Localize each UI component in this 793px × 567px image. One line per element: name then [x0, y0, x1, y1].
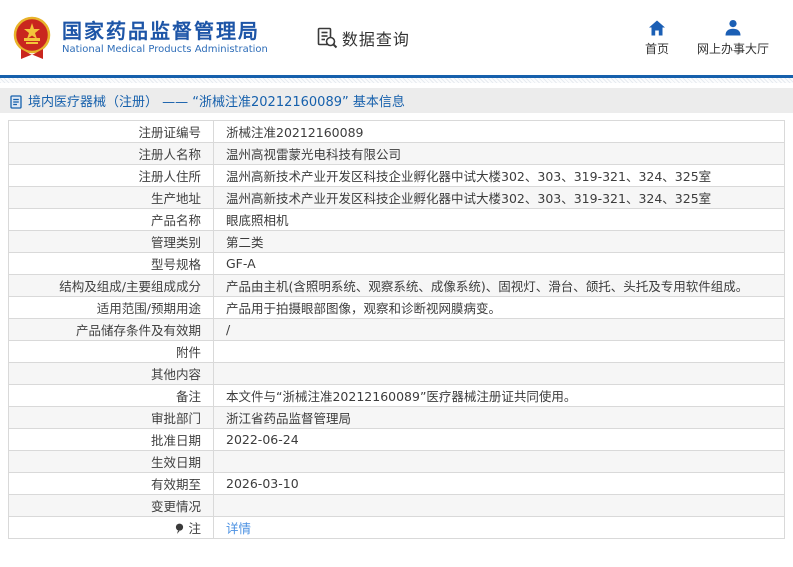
data-query-label: 数据查询: [342, 26, 410, 50]
row-label: 其他内容: [9, 363, 214, 385]
row-label: 附件: [9, 341, 214, 363]
row-label: 注册人名称: [9, 143, 214, 165]
row-label: 变更情况: [9, 495, 214, 517]
row-label: 注: [9, 517, 214, 539]
table-row: 注册证编号浙械注准20212160089: [9, 121, 785, 143]
home-icon: [648, 19, 666, 37]
row-label: 管理类别: [9, 231, 214, 253]
row-label: 型号规格: [9, 253, 214, 275]
table-row: 注册人名称温州高视雷蒙光电科技有限公司: [9, 143, 785, 165]
org-name-en: National Medical Products Administration: [62, 43, 268, 56]
table-row: 注详情: [9, 517, 785, 539]
row-value: 浙江省药品监督管理局: [214, 407, 785, 429]
table-row: 有效期至2026-03-10: [9, 473, 785, 495]
top-nav: 首页 网上办事大厅: [645, 19, 769, 57]
row-value: 本文件与“浙械注准20212160089”医疗器械注册证共同使用。: [214, 385, 785, 407]
row-value: 2022-06-24: [214, 429, 785, 451]
row-value: 温州高新技术产业开发区科技企业孵化器中试大楼302、303、319-321、32…: [214, 187, 785, 209]
row-label: 批准日期: [9, 429, 214, 451]
row-value: 温州高视雷蒙光电科技有限公司: [214, 143, 785, 165]
info-table: 注册证编号浙械注准20212160089注册人名称温州高视雷蒙光电科技有限公司注…: [8, 120, 785, 539]
table-row: 注册人住所温州高新技术产业开发区科技企业孵化器中试大楼302、303、319-3…: [9, 165, 785, 187]
table-row: 审批部门浙江省药品监督管理局: [9, 407, 785, 429]
document-icon: [10, 94, 22, 108]
table-row: 结构及组成/主要组成成分产品由主机(含照明系统、观察系统、成像系统)、固视灯、滑…: [9, 275, 785, 297]
table-row: 备注本文件与“浙械注准20212160089”医疗器械注册证共同使用。: [9, 385, 785, 407]
national-emblem-icon: [12, 16, 52, 60]
page: 国家药品监督管理局 National Medical Products Admi…: [0, 0, 793, 567]
row-value: /: [214, 319, 785, 341]
row-label: 有效期至: [9, 473, 214, 495]
table-row: 生产地址温州高新技术产业开发区科技企业孵化器中试大楼302、303、319-32…: [9, 187, 785, 209]
row-value: [214, 341, 785, 363]
row-label: 结构及组成/主要组成成分: [9, 275, 214, 297]
table-row: 适用范围/预期用途产品用于拍摄眼部图像，观察和诊断视网膜病变。: [9, 297, 785, 319]
row-value: [214, 451, 785, 473]
row-label: 注册人住所: [9, 165, 214, 187]
table-row: 产品储存条件及有效期/: [9, 319, 785, 341]
row-value: [214, 495, 785, 517]
info-table-body: 注册证编号浙械注准20212160089注册人名称温州高视雷蒙光电科技有限公司注…: [9, 121, 785, 539]
table-row: 型号规格GF-A: [9, 253, 785, 275]
row-label: 注册证编号: [9, 121, 214, 143]
nav-home-label: 首页: [645, 40, 669, 57]
row-value: 温州高新技术产业开发区科技企业孵化器中试大楼302、303、319-321、32…: [214, 165, 785, 187]
row-label: 适用范围/预期用途: [9, 297, 214, 319]
brand-text: 国家药品监督管理局 National Medical Products Admi…: [62, 19, 268, 56]
table-row: 批准日期2022-06-24: [9, 429, 785, 451]
row-value: 眼底照相机: [214, 209, 785, 231]
row-label: 审批部门: [9, 407, 214, 429]
table-row: 产品名称眼底照相机: [9, 209, 785, 231]
table-row: 其他内容: [9, 363, 785, 385]
org-name-cn: 国家药品监督管理局: [62, 19, 268, 43]
nav-service-hall[interactable]: 网上办事大厅: [697, 19, 769, 57]
table-row: 管理类别第二类: [9, 231, 785, 253]
table-row: 附件: [9, 341, 785, 363]
brand-logo[interactable]: 国家药品监督管理局 National Medical Products Admi…: [12, 16, 268, 60]
breadcrumb-bar: 境内医疗器械（注册） —— “浙械注准20212160089” 基本信息: [0, 88, 793, 113]
row-value: 产品由主机(含照明系统、观察系统、成像系统)、固视灯、滑台、颌托、头托及专用软件…: [214, 275, 785, 297]
page-title: 境内医疗器械（注册） —— “浙械注准20212160089” 基本信息: [28, 91, 405, 110]
row-value: 第二类: [214, 231, 785, 253]
row-value: 产品用于拍摄眼部图像，观察和诊断视网膜病变。: [214, 297, 785, 319]
details-link[interactable]: 详情: [226, 521, 251, 536]
data-query-section[interactable]: 数据查询: [316, 26, 410, 50]
row-label: 生产地址: [9, 187, 214, 209]
row-value: 浙械注准20212160089: [214, 121, 785, 143]
row-label: 生效日期: [9, 451, 214, 473]
person-icon: [724, 19, 742, 37]
row-value: 详情: [214, 517, 785, 539]
row-label: 产品名称: [9, 209, 214, 231]
row-value: GF-A: [214, 253, 785, 275]
row-label: 产品储存条件及有效期: [9, 319, 214, 341]
hatch-strip: [0, 78, 793, 83]
site-header: 国家药品监督管理局 National Medical Products Admi…: [0, 0, 793, 75]
row-label: 备注: [9, 385, 214, 407]
note-icon: [174, 523, 185, 535]
table-row: 变更情况: [9, 495, 785, 517]
table-row: 生效日期: [9, 451, 785, 473]
row-value: [214, 363, 785, 385]
document-search-icon: [316, 27, 338, 49]
nav-service-hall-label: 网上办事大厅: [697, 40, 769, 57]
row-value: 2026-03-10: [214, 473, 785, 495]
nav-home[interactable]: 首页: [645, 19, 669, 57]
